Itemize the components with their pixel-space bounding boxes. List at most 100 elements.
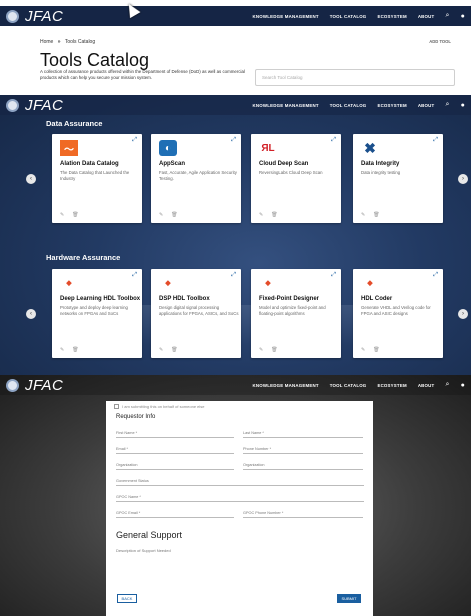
section-title-data-assurance: Data Assurance <box>46 119 103 128</box>
organization-field[interactable]: Organization <box>116 460 234 470</box>
tool-card[interactable]: ⤢ ✖ Data Integrity Data integrity testin… <box>353 134 443 223</box>
tool-card-description: Design digital signal processing applica… <box>159 305 239 317</box>
user-icon[interactable]: ● <box>461 13 465 20</box>
data-integrity-logo-icon: ✖ <box>364 139 376 156</box>
government-status-field[interactable]: Government Status <box>116 476 364 486</box>
brand-logo-3[interactable]: JFAC <box>6 377 63 394</box>
nav-knowledge-management[interactable]: KNOWLEDGE MANAGEMENT <box>253 383 319 388</box>
organization-field-2[interactable]: Organization <box>243 460 363 470</box>
edit-icon[interactable]: ✎ <box>159 212 163 218</box>
tool-card-description: Data integrity testing <box>361 170 401 175</box>
tool-card-description: ReversingLabs Cloud Deep Scan <box>259 170 323 175</box>
search-tool-catalog-input[interactable]: Search Tool Catalog <box>255 69 455 86</box>
nav-about[interactable]: ABOUT <box>418 383 435 388</box>
delete-icon[interactable]: 🗑 <box>171 212 177 218</box>
brand-name: JFAC <box>25 7 64 25</box>
nav-knowledge-management[interactable]: KNOWLEDGE MANAGEMENT <box>253 103 319 108</box>
gpoc-name-field[interactable]: GPOC Name * <box>116 492 364 502</box>
tool-card-description: Model and optimize fixed-point and float… <box>259 305 326 317</box>
tool-card-actions: ✎ 🗑 <box>159 212 178 218</box>
tool-card[interactable]: ⤢ ◆ Fixed-Point Designer Model and optim… <box>251 269 341 358</box>
delete-icon[interactable]: 🗑 <box>271 212 277 218</box>
breadcrumb-home[interactable]: Home <box>40 39 53 45</box>
tool-card[interactable]: ⤢ ◐ AppScan Fast, Accurate, Agile Applic… <box>151 134 241 223</box>
search-icon[interactable]: ⌕ <box>445 101 449 109</box>
gpoc-email-field[interactable]: GPOC Email * <box>116 508 234 518</box>
tool-card-title: Alation Data Catalog <box>60 161 119 167</box>
nav-about[interactable]: ABOUT <box>418 103 435 108</box>
delete-icon[interactable]: 🗑 <box>72 212 78 218</box>
submit-button[interactable]: SUBMIT <box>337 594 361 603</box>
tool-card-title: Deep Learning HDL Toolbox <box>60 296 141 302</box>
tool-card-actions: ✎ 🗑 <box>60 347 79 353</box>
delete-icon[interactable]: 🗑 <box>373 212 379 218</box>
expand-icon[interactable]: ⤢ <box>433 272 438 279</box>
phone-number-field[interactable]: Phone Number * <box>243 444 363 454</box>
gpoc-phone-field[interactable]: GPOC Phone Number * <box>243 508 363 518</box>
tool-card-actions: ✎ 🗑 <box>60 212 79 218</box>
tool-card-title: Fixed-Point Designer <box>259 296 320 302</box>
checkbox-box[interactable] <box>114 404 119 409</box>
nav-ecosystem[interactable]: ECOSYSTEM <box>377 14 406 19</box>
delete-icon[interactable]: 🗑 <box>373 347 379 353</box>
back-button[interactable]: BACK <box>117 594 137 603</box>
support-request-form: I am submitting this on behalf of someon… <box>106 401 373 616</box>
expand-icon[interactable]: ⤢ <box>231 272 236 279</box>
nav-links: KNOWLEDGE MANAGEMENT TOOL CATALOG ECOSYS… <box>253 381 465 389</box>
user-icon[interactable]: ● <box>461 102 465 109</box>
brand-logo[interactable]: JFAC <box>6 8 63 25</box>
edit-icon[interactable]: ✎ <box>60 212 64 218</box>
nav-ecosystem[interactable]: ECOSYSTEM <box>377 103 406 108</box>
mathworks-logo-icon: ◆ <box>165 280 171 287</box>
mathworks-logo-icon: ◆ <box>367 280 373 287</box>
carousel-next-icon[interactable]: › <box>458 174 468 184</box>
tool-card[interactable]: ⤢ 〜 Alation Data Catalog The Data Catalo… <box>52 134 142 223</box>
tool-card-actions: ✎ 🗑 <box>259 212 278 218</box>
dod-seal-icon <box>6 98 19 112</box>
nav-ecosystem[interactable]: ECOSYSTEM <box>377 383 406 388</box>
nav-tool-catalog[interactable]: TOOL CATALOG <box>330 14 367 19</box>
catalog-header-section: JFAC KNOWLEDGE MANAGEMENT TOOL CATALOG E… <box>0 0 471 95</box>
edit-icon[interactable]: ✎ <box>159 347 163 353</box>
nav-tool-catalog[interactable]: TOOL CATALOG <box>330 103 367 108</box>
first-name-field[interactable]: First Name * <box>116 428 234 438</box>
edit-icon[interactable]: ✎ <box>60 347 64 353</box>
expand-icon[interactable]: ⤢ <box>132 137 137 144</box>
edit-icon[interactable]: ✎ <box>361 212 365 218</box>
edit-icon[interactable]: ✎ <box>259 212 263 218</box>
expand-icon[interactable]: ⤢ <box>231 137 236 144</box>
tool-card[interactable]: ⤢ ЯL Cloud Deep Scan ReversingLabs Cloud… <box>251 134 341 223</box>
tool-card[interactable]: ⤢ ◆ DSP HDL Toolbox Design digital signa… <box>151 269 241 358</box>
nav-knowledge-management[interactable]: KNOWLEDGE MANAGEMENT <box>253 14 319 19</box>
last-name-field[interactable]: Last Name * <box>243 428 363 438</box>
behalf-checkbox[interactable]: I am submitting this on behalf of someon… <box>114 404 205 409</box>
tool-card[interactable]: ⤢ ◆ HDL Coder Generate VHDL and Verilog … <box>353 269 443 358</box>
carousel-prev-icon[interactable]: ‹ <box>26 174 36 184</box>
expand-icon[interactable]: ⤢ <box>433 137 438 144</box>
delete-icon[interactable]: 🗑 <box>171 347 177 353</box>
edit-icon[interactable]: ✎ <box>361 347 365 353</box>
breadcrumb: Home » Tools Catalog <box>40 39 95 45</box>
edit-icon[interactable]: ✎ <box>259 347 263 353</box>
nav-tool-catalog[interactable]: TOOL CATALOG <box>330 383 367 388</box>
tool-card-actions: ✎ 🗑 <box>159 347 178 353</box>
tool-card-title: Cloud Deep Scan <box>259 161 309 167</box>
support-description-label: Description of Support Needed <box>116 548 171 553</box>
mathworks-logo-icon: ◆ <box>265 280 271 287</box>
carousel-prev-icon[interactable]: ‹ <box>26 309 36 319</box>
search-icon[interactable]: ⌕ <box>445 12 449 20</box>
expand-icon[interactable]: ⤢ <box>331 272 336 279</box>
tool-card-actions: ✎ 🗑 <box>361 347 380 353</box>
delete-icon[interactable]: 🗑 <box>271 347 277 353</box>
carousel-next-icon[interactable]: › <box>458 309 468 319</box>
email-field[interactable]: Email * <box>116 444 234 454</box>
nav-about[interactable]: ABOUT <box>418 14 435 19</box>
add-tool-button[interactable]: ADD TOOL <box>429 39 451 44</box>
expand-icon[interactable]: ⤢ <box>132 272 137 279</box>
user-icon[interactable]: ● <box>461 382 465 389</box>
search-icon[interactable]: ⌕ <box>445 381 449 389</box>
brand-logo-2[interactable]: JFAC <box>6 97 63 114</box>
delete-icon[interactable]: 🗑 <box>72 347 78 353</box>
expand-icon[interactable]: ⤢ <box>331 137 336 144</box>
tool-card[interactable]: ⤢ ◆ Deep Learning HDL Toolbox Prototype … <box>52 269 142 358</box>
